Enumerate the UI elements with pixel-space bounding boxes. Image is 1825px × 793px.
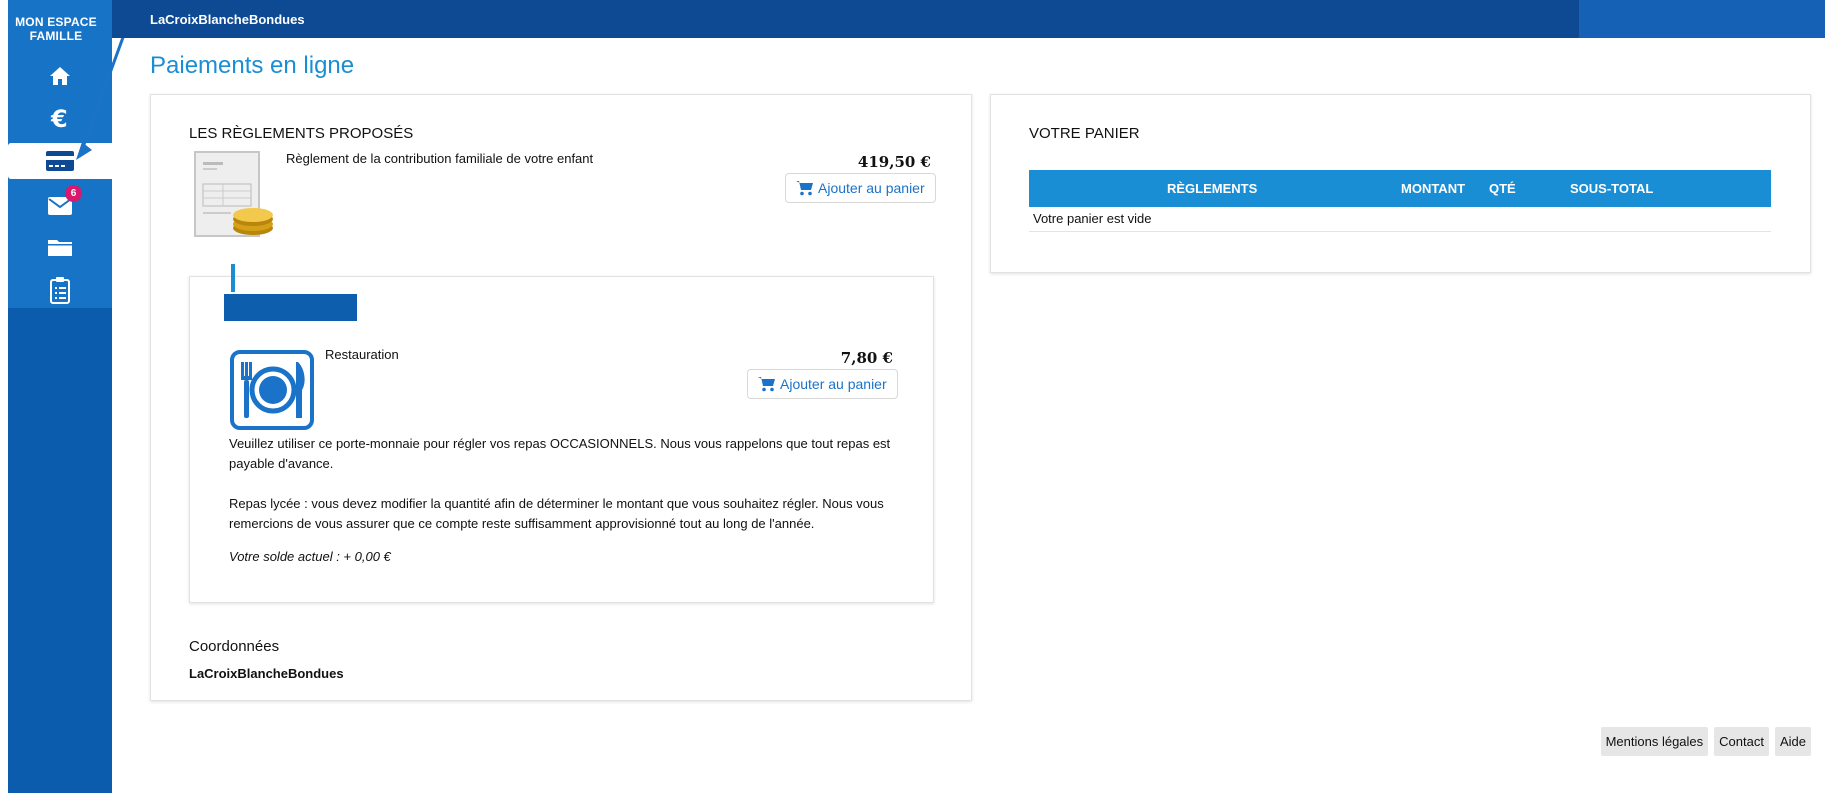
top-bar-right-block [1579, 0, 1825, 38]
cart-empty-message: Votre panier est vide [1033, 211, 1152, 226]
cart-table-header: RÈGLEMENTS MONTANT QTÉ SOUS-TOTAL [1029, 170, 1771, 207]
payment-item-description: Règlement de la contribution familiale d… [286, 151, 594, 166]
card-icon [46, 151, 74, 171]
footer-links: Mentions légales Contact Aide [1600, 727, 1811, 756]
nav-messages[interactable]: 6 [8, 185, 112, 224]
page-title: Paiements en ligne [150, 52, 355, 79]
svg-text:€: € [50, 106, 68, 130]
contact-title: Coordonnées [189, 638, 280, 655]
col-qte: QTÉ [1489, 181, 1516, 196]
restauration-info-paragraph-1: Veuillez utiliser ce porte-monnaie pour … [229, 436, 891, 471]
clipboard-icon [50, 277, 70, 304]
contact-link[interactable]: Contact [1714, 727, 1769, 756]
restauration-info-paragraph-2: Repas lycée : vous devez modifier la qua… [229, 496, 884, 531]
restauration-description: Restauration [325, 347, 399, 362]
cart-icon [758, 377, 775, 392]
contact-name: LaCroixBlancheBondues [189, 666, 344, 681]
brand-label: MON ESPACE FAMILLE [15, 15, 97, 43]
add-to-cart-button-restauration[interactable]: Ajouter au panier [747, 369, 898, 399]
invoice-coins-icon [194, 151, 273, 237]
payments-section-title: LES RÈGLEMENTS PROPOSÉS [189, 125, 414, 142]
site-name: LaCroixBlancheBondues [150, 12, 305, 27]
help-link[interactable]: Aide [1774, 727, 1811, 756]
current-balance: Votre solde actuel : + 0,00 € [229, 549, 391, 564]
nav-home[interactable] [8, 58, 112, 94]
cart-icon [796, 181, 813, 196]
cart-divider [1029, 231, 1771, 232]
annotation-arrow-head-icon [76, 142, 92, 160]
inner-marker [231, 264, 235, 292]
nav-documents[interactable] [8, 229, 112, 265]
col-montant: MONTANT [1401, 181, 1466, 196]
folder-icon [48, 240, 72, 256]
add-to-cart-label: Ajouter au panier [818, 180, 925, 196]
cart-panel: VOTRE PANIER RÈGLEMENTS MONTANT QTÉ SOUS… [990, 94, 1811, 273]
payments-panel: LES RÈGLEMENTS PROPOSÉS Règlement de la … [150, 94, 972, 701]
payment-item-price: 419,50 € [857, 153, 931, 171]
restaurant-icon [230, 350, 314, 430]
legal-link[interactable]: Mentions légales [1600, 727, 1709, 756]
restauration-price: 7,80 € [840, 349, 893, 367]
cart-title: VOTRE PANIER [1029, 125, 1140, 142]
messages-count-badge: 6 [65, 185, 82, 202]
col-reglements: RÈGLEMENTS [1167, 181, 1258, 196]
nav-forms[interactable] [8, 272, 112, 308]
home-icon [50, 67, 70, 85]
euro-icon: € [50, 106, 68, 130]
add-to-cart-button[interactable]: Ajouter au panier [785, 173, 936, 203]
col-sous-total: SOUS-TOTAL [1570, 181, 1654, 196]
inner-header-bar [224, 294, 357, 321]
add-to-cart-label: Ajouter au panier [780, 376, 887, 392]
restauration-panel: Restauration 7,80 € Ajouter au panier Ve… [189, 264, 934, 603]
top-bar: LaCroixBlancheBondues [112, 0, 1825, 38]
nav-online-payment[interactable] [8, 143, 112, 179]
